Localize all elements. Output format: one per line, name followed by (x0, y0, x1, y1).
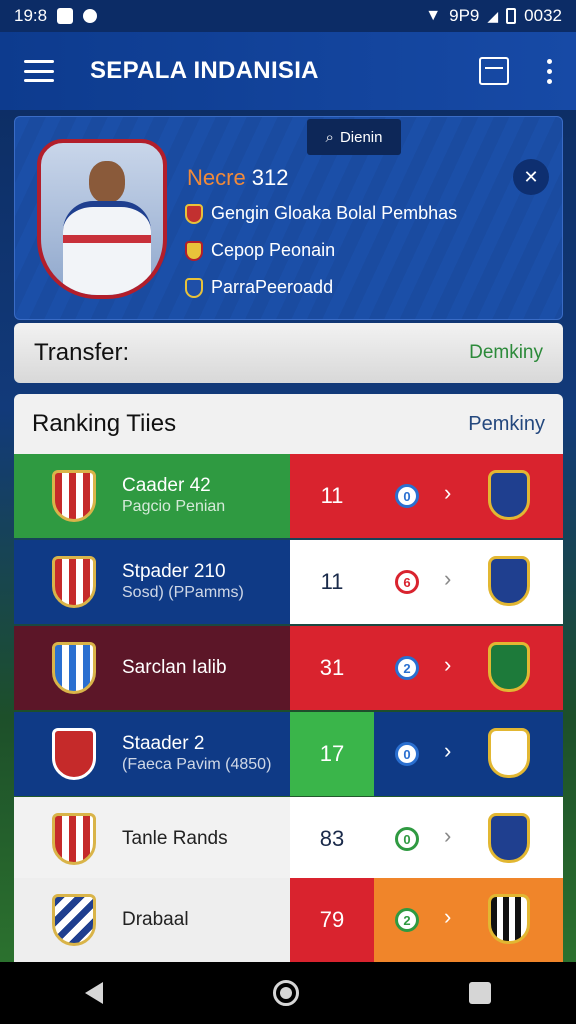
team-name: Sarclan Ialib (122, 657, 227, 678)
team-score: 31 (319, 655, 345, 680)
player-name: Necre 312 (187, 165, 289, 191)
team-subtitle: Pagcio Penian (122, 498, 226, 515)
opponent-badge (488, 642, 530, 692)
info-row-label: ParraPeeroadd (211, 277, 334, 297)
battery-text: 0032 (524, 6, 562, 25)
app-bar: SEPALA INDANISIA (0, 32, 576, 110)
tools-button[interactable]: ✕ (513, 159, 549, 195)
status-circle-icon: 0 (395, 827, 419, 851)
info-row-label: Gengin Gloaka Bolal Pembhas (211, 203, 458, 223)
status-circle-icon: 2 (395, 908, 419, 932)
ranking-header: Ranking Tiies Pemkiny (14, 394, 563, 454)
ranking-row[interactable]: Staader 2 (Faeca Pavim (4850) 17 0 › (14, 712, 563, 796)
app-title: SEPALA INDANISIA (90, 57, 319, 84)
home-icon[interactable] (273, 980, 299, 1006)
status-time: 19:8 (14, 6, 48, 25)
team-crest (52, 728, 96, 780)
team-score: 11 (320, 483, 344, 508)
transfer-link[interactable]: Demkiny (469, 342, 543, 364)
info-row: Gengin Gloaka Bolal Pembhas (185, 203, 457, 224)
info-row-label: Cepop Peonain (211, 240, 336, 260)
ranking-row[interactable]: Tanle Rands 83 0 › (14, 797, 563, 881)
team-subtitle: Sosd) (PPamms) (122, 584, 244, 601)
team-score: 79 (290, 878, 374, 962)
ranking-row[interactable]: Stpader 210 Sosd) (PPamms) 11 6 › (14, 540, 563, 624)
position-badge-icon (185, 240, 203, 261)
player-hero-card: ⌕ Dienin ✕ Necre 312 Gengin Gloaka Bolal… (14, 116, 563, 320)
ranking-row[interactable]: Caader 42 Pagcio Penian 11 0 › (14, 454, 563, 538)
team-name: Drabaal (122, 909, 189, 930)
status-circle-icon: 0 (395, 484, 419, 508)
chevron-right-icon[interactable]: › (444, 823, 451, 849)
team-crest (52, 813, 96, 865)
player-portrait (37, 139, 167, 299)
ranking-row[interactable]: Drabaal 79 2 › (14, 878, 563, 962)
info-row: Cepop Peonain (185, 240, 335, 261)
opponent-badge (488, 728, 530, 778)
opponent-badge (488, 894, 530, 944)
status-bar: 19:8 ▼ 9P9 ◢ 0032 (0, 0, 576, 32)
opponent-badge (488, 556, 530, 606)
frame-icon[interactable] (479, 57, 509, 85)
team-score: 17 (290, 712, 374, 796)
recents-icon[interactable] (469, 982, 491, 1004)
search-icon: ⌕ (325, 128, 334, 146)
player-name-rest: 312 (245, 165, 289, 190)
more-options-icon[interactable] (547, 58, 552, 84)
nation-badge-icon (185, 277, 203, 298)
team-score: 83 (319, 826, 345, 851)
gallery-notification-icon (57, 8, 74, 24)
chevron-right-icon[interactable]: › (444, 566, 451, 592)
player-name-accent: Necre (187, 165, 246, 190)
status-circle-icon: 2 (395, 656, 419, 680)
team-crest (52, 556, 96, 608)
team-name: Stpader 210 (122, 561, 226, 582)
system-nav-bar (0, 962, 576, 1024)
transfer-bar[interactable]: Transfer: Demkiny (14, 323, 563, 383)
team-crest (52, 894, 96, 946)
opponent-badge (488, 813, 530, 863)
menu-icon[interactable] (24, 60, 54, 82)
team-name: Caader 42 (122, 475, 211, 496)
club-badge-icon (185, 203, 203, 224)
team-crest (52, 642, 96, 694)
search-button[interactable]: ⌕ Dienin (307, 119, 401, 155)
opponent-badge (488, 470, 530, 520)
transfer-title: Transfer: (34, 339, 130, 366)
back-icon[interactable] (85, 982, 103, 1004)
team-name: Staader 2 (122, 733, 205, 754)
chevron-right-icon[interactable]: › (444, 652, 451, 678)
wrench-icon: ✕ (523, 166, 539, 187)
search-label: Dienin (339, 128, 383, 146)
status-circle-icon: 6 (395, 570, 419, 594)
wifi-icon: ▼ (425, 7, 442, 24)
signal-text: 9P9 (449, 6, 480, 25)
ranking-link[interactable]: Pemkiny (468, 413, 545, 436)
ranking-title: Ranking Tiies (32, 410, 177, 437)
chevron-right-icon[interactable]: › (444, 904, 451, 930)
team-crest (52, 470, 96, 522)
team-subtitle: (Faeca Pavim (4850) (122, 756, 272, 773)
team-score: 11 (320, 569, 344, 594)
chevron-right-icon[interactable]: › (444, 480, 451, 506)
status-circle-icon: 0 (395, 742, 419, 766)
battery-icon (506, 8, 517, 24)
info-row: ParraPeeroadd (185, 277, 333, 298)
team-name: Tanle Rands (122, 828, 228, 849)
chevron-right-icon[interactable]: › (444, 738, 451, 764)
notification-dot-icon (83, 9, 98, 23)
ranking-row[interactable]: Sarclan Ialib 31 2 › (14, 626, 563, 710)
signal-icon: ◢ (487, 7, 499, 24)
